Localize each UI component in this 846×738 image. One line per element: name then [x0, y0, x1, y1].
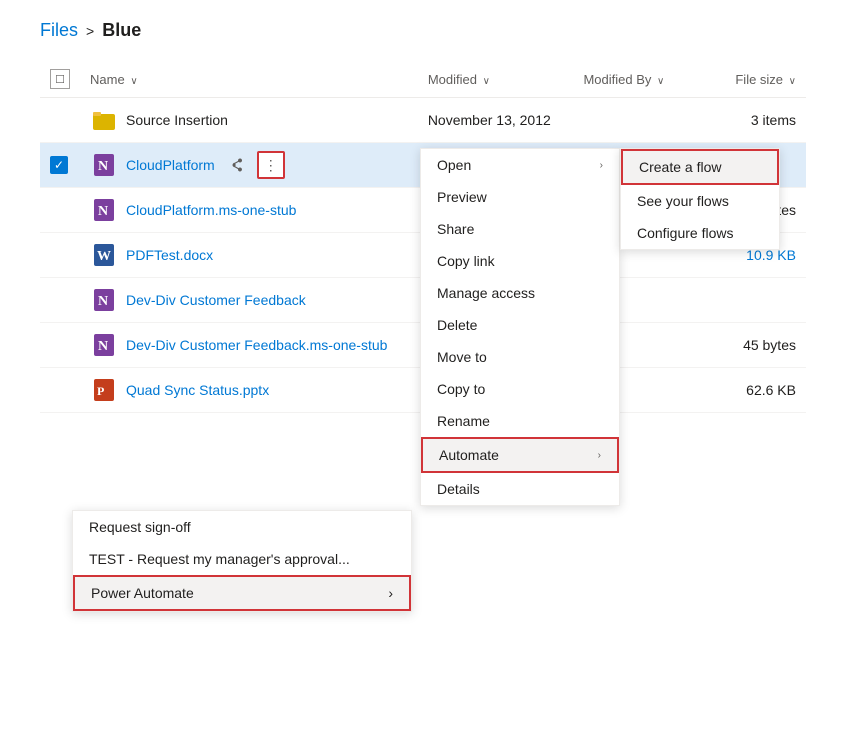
- table-row[interactable]: Source Insertion November 13, 2012 3 item…: [40, 98, 806, 143]
- row-actions: ⋮: [223, 151, 285, 179]
- word-icon: W: [90, 241, 118, 269]
- menu-item-see-flows[interactable]: See your flows: [621, 185, 779, 217]
- menu-item-preview[interactable]: Preview: [421, 181, 619, 213]
- folder-icon: [90, 106, 118, 134]
- checkbox-selected[interactable]: ✓: [50, 156, 68, 174]
- name-cell: P Quad Sync Status.pptx: [90, 376, 408, 404]
- open-chevron-icon: ›: [600, 160, 603, 171]
- name-sort-icon: ∨: [130, 76, 137, 87]
- modified-date: November 13, 2012: [418, 98, 574, 143]
- file-name[interactable]: Source Insertion: [126, 112, 228, 128]
- name-cell: Source Insertion: [90, 106, 408, 134]
- ppt-icon: P: [90, 376, 118, 404]
- file-name[interactable]: Dev-Div Customer Feedback: [126, 292, 306, 308]
- share-icon[interactable]: [223, 151, 251, 179]
- menu-item-create-flow[interactable]: Create a flow: [621, 149, 779, 185]
- onenote-icon: N: [90, 151, 118, 179]
- checkbox-empty[interactable]: [50, 246, 68, 264]
- file-size: 3 items: [711, 98, 806, 143]
- th-checkbox: ☐: [40, 61, 80, 98]
- power-automate-chevron-icon: ›: [388, 585, 393, 601]
- onenote-icon: N: [90, 196, 118, 224]
- menu-item-configure-flows[interactable]: Configure flows: [621, 217, 779, 249]
- left-context-menu: Request sign-off TEST - Request my manag…: [72, 510, 412, 612]
- svg-text:N: N: [98, 294, 108, 309]
- th-name[interactable]: Name ∨: [80, 61, 418, 98]
- file-name[interactable]: CloudPlatform.ms-one-stub: [126, 202, 296, 218]
- modified-sort-icon: ∨: [483, 76, 490, 87]
- th-modified[interactable]: Modified ∨: [418, 61, 574, 98]
- th-file-size[interactable]: File size ∨: [711, 61, 806, 98]
- context-menu-primary: Open › Preview Share Copy link Manage ac…: [420, 148, 620, 506]
- svg-text:W: W: [97, 249, 111, 264]
- menu-item-details[interactable]: Details: [421, 473, 619, 505]
- svg-text:N: N: [98, 159, 108, 174]
- menu-item-request-signoff[interactable]: Request sign-off: [73, 511, 411, 543]
- menu-item-copy-to[interactable]: Copy to: [421, 373, 619, 405]
- checkbox-empty[interactable]: [50, 291, 68, 309]
- menu-item-move-to[interactable]: Move to: [421, 341, 619, 373]
- checkbox-empty[interactable]: [50, 336, 68, 354]
- file-size: [711, 278, 806, 323]
- size-sort-icon: ∨: [789, 76, 796, 87]
- menu-item-power-automate[interactable]: Power Automate ›: [73, 575, 411, 611]
- table-header-row: ☐ Name ∨ Modified ∨ Modified By ∨ File s…: [40, 61, 806, 98]
- menu-item-open[interactable]: Open ›: [421, 149, 619, 181]
- onenote-icon: N: [90, 286, 118, 314]
- menu-item-share[interactable]: Share: [421, 213, 619, 245]
- file-name[interactable]: Quad Sync Status.pptx: [126, 382, 269, 398]
- checkbox-empty[interactable]: [50, 201, 68, 219]
- name-cell: N Dev-Div Customer Feedback: [90, 286, 408, 314]
- modby-sort-icon: ∨: [657, 76, 664, 87]
- file-name[interactable]: CloudPlatform: [126, 157, 215, 173]
- name-cell: N CloudPlatform.ms-one-stub: [90, 196, 408, 224]
- more-options-icon[interactable]: ⋮: [257, 151, 285, 179]
- th-modified-by[interactable]: Modified By ∨: [573, 61, 710, 98]
- menu-item-delete[interactable]: Delete: [421, 309, 619, 341]
- page-container: Files > Blue ☐ Name ∨ Modified ∨: [0, 0, 846, 433]
- name-cell: N Dev-Div Customer Feedback.ms-one-stub: [90, 331, 408, 359]
- checkbox-empty[interactable]: [50, 381, 68, 399]
- breadcrumb-separator: >: [86, 23, 94, 39]
- menu-item-request-approval[interactable]: TEST - Request my manager's approval...: [73, 543, 411, 575]
- onenote-icon: N: [90, 331, 118, 359]
- breadcrumb: Files > Blue: [40, 20, 806, 41]
- automate-chevron-icon: ›: [598, 450, 601, 461]
- file-name[interactable]: Dev-Div Customer Feedback.ms-one-stub: [126, 337, 387, 353]
- context-menu-secondary: Create a flow See your flows Configure f…: [620, 148, 780, 250]
- menu-item-copy-link[interactable]: Copy link: [421, 245, 619, 277]
- modified-by: [573, 98, 710, 143]
- menu-item-rename[interactable]: Rename: [421, 405, 619, 437]
- file-name[interactable]: PDFTest.docx: [126, 247, 213, 263]
- breadcrumb-root[interactable]: Files: [40, 20, 78, 41]
- name-cell: N CloudPlatform ⋮: [90, 151, 408, 179]
- file-size: 45 bytes: [711, 323, 806, 368]
- svg-text:N: N: [98, 204, 108, 219]
- name-cell: W PDFTest.docx: [90, 241, 408, 269]
- svg-text:P: P: [97, 384, 104, 398]
- menu-item-automate[interactable]: Automate ›: [421, 437, 619, 473]
- file-size: 62.6 KB: [711, 368, 806, 413]
- menu-item-manage-access[interactable]: Manage access: [421, 277, 619, 309]
- checkbox-empty[interactable]: [50, 111, 68, 129]
- svg-text:N: N: [98, 339, 108, 354]
- breadcrumb-current: Blue: [102, 20, 141, 41]
